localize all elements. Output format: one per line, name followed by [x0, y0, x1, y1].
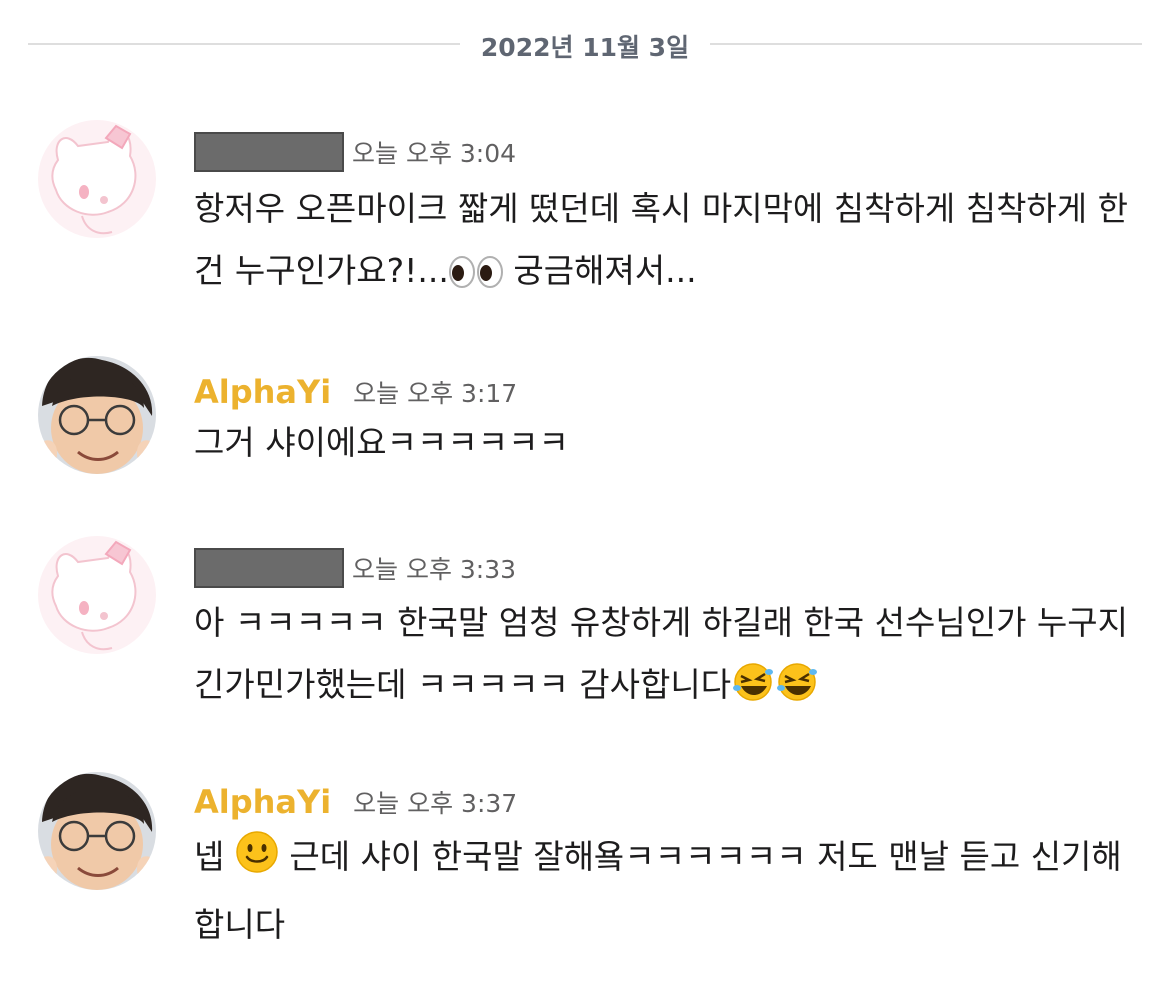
divider-line-right: [710, 43, 1142, 45]
username[interactable]: AlphaYi: [194, 373, 331, 411]
message-text: 항저우 오픈마이크 짧게 떴던데 혹시 마지막에 침착하게 침착하게 한건 누구…: [194, 178, 1144, 308]
redacted-username: [194, 548, 344, 588]
message-timestamp[interactable]: 오늘 오후 3:37: [353, 784, 517, 820]
redacted-username: [194, 132, 344, 172]
message-timestamp[interactable]: 오늘 오후 3:33: [352, 550, 516, 586]
rolling-on-floor-laughing-emoji: [731, 660, 775, 722]
username[interactable]: AlphaYi: [194, 783, 331, 821]
message-text: 아 ㅋㅋㅋㅋㅋ 한국말 엄청 유창하게 하길래 한국 선수님인가 누구지 긴가민…: [194, 592, 1144, 722]
message-timestamp[interactable]: 오늘 오후 3:17: [353, 374, 517, 410]
message-timestamp[interactable]: 오늘 오후 3:04: [352, 134, 516, 170]
hello-kitty-avatar[interactable]: [38, 120, 156, 238]
date-divider-label: 2022년 11월 3일: [480, 33, 690, 62]
alphayi-avatar[interactable]: [38, 356, 156, 474]
slightly-smiling-face-emoji: [235, 830, 279, 894]
hello-kitty-avatar[interactable]: [38, 536, 156, 654]
alphayi-avatar[interactable]: [38, 772, 156, 890]
date-divider: 2022년 11월 3일: [28, 22, 1142, 66]
rolling-on-floor-laughing-emoji: [775, 660, 819, 722]
message-header: 오늘 오후 3:04: [194, 130, 516, 174]
message-text: 넵 근데 샤이 한국말 잘해욬ㅋㅋㅋㅋㅋㅋ 저도 맨날 듣고 신기해합니다: [194, 826, 1144, 956]
message-header: 오늘 오후 3:33: [194, 546, 516, 590]
message-text: 그거 샤이에요ㅋㅋㅋㅋㅋㅋ: [194, 423, 569, 462]
message-header: AlphaYi 오늘 오후 3:37: [194, 780, 517, 824]
message-header: AlphaYi 오늘 오후 3:17: [194, 370, 517, 414]
eyes-emoji: [448, 246, 503, 308]
